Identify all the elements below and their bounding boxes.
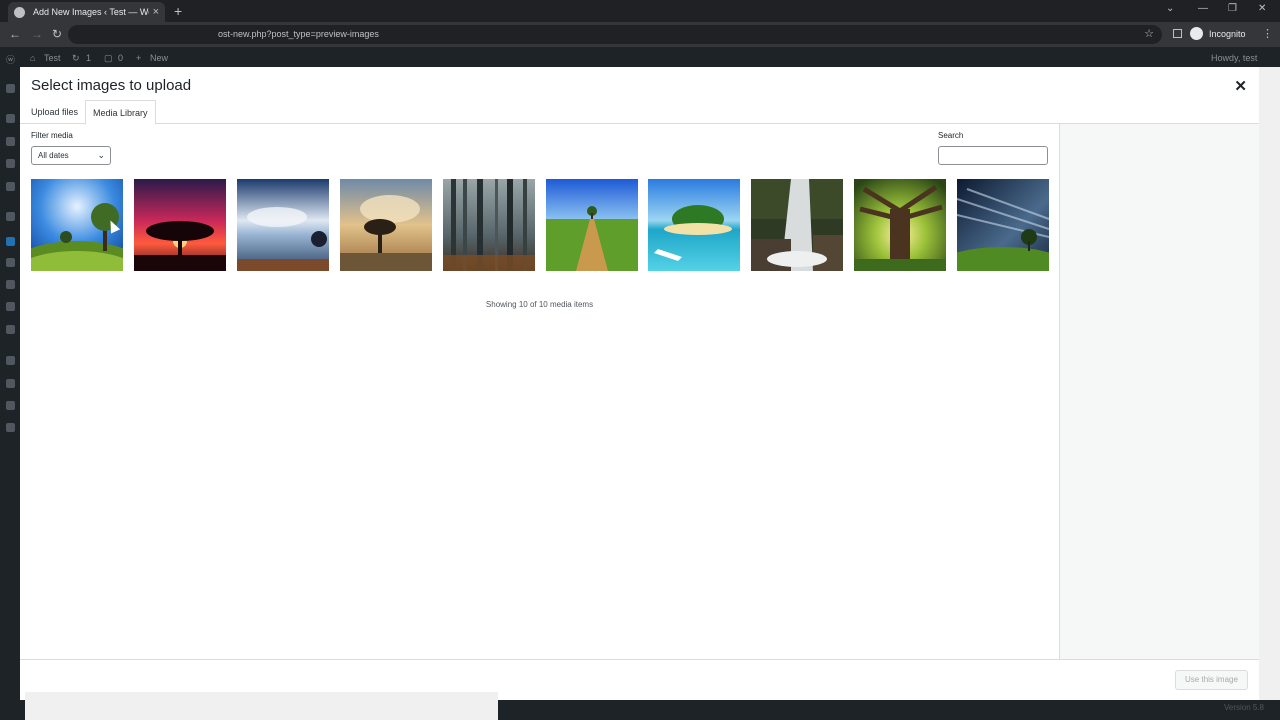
- attachment-details-sidebar: [1059, 124, 1259, 659]
- site-name-link[interactable]: Test: [44, 53, 61, 63]
- media-icon[interactable]: [6, 137, 15, 146]
- browser-toolbar: ← → ↻ ost-new.php?post_type=preview-imag…: [0, 22, 1280, 47]
- url-text: ost-new.php?post_type=preview-images: [218, 29, 379, 39]
- new-link[interactable]: New: [150, 53, 168, 63]
- media-item-night-sky-tree[interactable]: [957, 179, 1049, 271]
- restore-icon[interactable]: ❐: [1228, 3, 1237, 14]
- new-tab-icon[interactable]: +: [174, 3, 182, 19]
- media-grid: [31, 179, 1051, 272]
- tab-media-library[interactable]: Media Library: [85, 100, 156, 125]
- incognito-icon: [1190, 27, 1203, 40]
- chevron-down-icon: ⌄: [97, 150, 105, 160]
- background-page: [1259, 67, 1280, 720]
- tab-title: Add New Images ‹ Test — WordP: [33, 7, 149, 17]
- updates-icon: ↻: [72, 53, 80, 63]
- bottom-overlay-panel: [25, 692, 498, 720]
- media-item-misty-forest[interactable]: [443, 179, 535, 271]
- side-panel-icon[interactable]: [1173, 29, 1182, 38]
- media-item-big-tree-sunlight[interactable]: [854, 179, 946, 271]
- media-modal: Select images to upload ✕ Upload files M…: [20, 67, 1259, 700]
- tab-search-icon[interactable]: ⌄: [1166, 3, 1174, 14]
- users-icon[interactable]: [6, 280, 15, 289]
- collapse-menu-icon[interactable]: [6, 423, 15, 432]
- pages-icon[interactable]: [6, 159, 15, 168]
- home-icon: ⌂: [30, 53, 36, 63]
- wordpress-favicon-icon: [14, 6, 25, 18]
- tools-icon[interactable]: [6, 302, 15, 311]
- media-item-tree-golden-clouds[interactable]: [340, 179, 432, 271]
- updates-count[interactable]: 1: [86, 53, 91, 63]
- incognito-indicator[interactable]: Incognito: [1190, 27, 1246, 40]
- search-label: Search: [938, 131, 964, 140]
- images-menu-icon[interactable]: [6, 237, 15, 246]
- media-item-tropical-island[interactable]: [648, 179, 740, 271]
- comments-icon: ▢: [104, 53, 113, 63]
- media-item-clouds-reflection[interactable]: [237, 179, 329, 271]
- wp-admin-bar: ⓦ ⌂ Test ↻ 1 ▢ 0 + New Howdy, test: [0, 48, 1280, 67]
- settings-2-icon[interactable]: [6, 356, 15, 365]
- close-window-icon[interactable]: ✕: [1258, 3, 1266, 14]
- back-icon[interactable]: ←: [9, 27, 21, 41]
- plugins-icon[interactable]: [6, 258, 15, 267]
- wordpress-logo-icon[interactable]: ⓦ: [6, 53, 15, 66]
- media-library-content: Filter media All dates ⌄ Search Showing …: [20, 124, 1059, 659]
- date-filter-select[interactable]: All dates ⌄: [31, 146, 111, 165]
- media-item-waterfall[interactable]: [751, 179, 843, 271]
- browser-menu-icon[interactable]: ⋮: [1262, 27, 1273, 40]
- address-bar[interactable]: ost-new.php?post_type=preview-images ☆: [68, 25, 1162, 44]
- media-item-tree-red-sunset[interactable]: [134, 179, 226, 271]
- settings-3-icon[interactable]: [6, 379, 15, 388]
- filter-media-label: Filter media: [31, 131, 73, 140]
- modal-tabs: Upload files Media Library: [20, 100, 1259, 125]
- forward-icon[interactable]: →: [31, 27, 43, 41]
- howdy-link[interactable]: Howdy, test: [1211, 53, 1257, 63]
- appearance-icon[interactable]: [6, 212, 15, 221]
- modal-title: Select images to upload: [31, 77, 192, 94]
- bookmark-star-icon[interactable]: ☆: [1144, 25, 1154, 44]
- media-count-text: Showing 10 of 10 media items: [485, 300, 594, 309]
- wp-admin-menu: [0, 67, 20, 720]
- plus-icon: +: [136, 53, 142, 63]
- browser-tab[interactable]: Add New Images ‹ Test — WordP ×: [8, 2, 165, 22]
- tab-upload-files[interactable]: Upload files: [24, 100, 85, 124]
- wp-version-text: Version 5.8: [1223, 703, 1264, 712]
- media-item-road-to-tree[interactable]: [546, 179, 638, 271]
- dashboard-icon[interactable]: [6, 84, 15, 93]
- incognito-label: Incognito: [1209, 28, 1246, 39]
- settings-icon[interactable]: [6, 325, 15, 334]
- minimize-icon[interactable]: —: [1198, 3, 1208, 14]
- use-this-image-button[interactable]: Use this image: [1175, 670, 1248, 690]
- comments-count[interactable]: 0: [118, 53, 123, 63]
- browser-tabbar: Add New Images ‹ Test — WordP × + ⌄ — ❐ …: [0, 0, 1280, 22]
- close-icon[interactable]: ✕: [1234, 77, 1247, 95]
- settings-4-icon[interactable]: [6, 401, 15, 410]
- comments-menu-icon[interactable]: [6, 182, 15, 191]
- close-tab-icon[interactable]: ×: [153, 6, 159, 18]
- reload-icon[interactable]: ↻: [52, 27, 62, 41]
- search-input[interactable]: [938, 146, 1048, 165]
- posts-icon[interactable]: [6, 114, 15, 123]
- date-filter-value: All dates: [38, 151, 69, 160]
